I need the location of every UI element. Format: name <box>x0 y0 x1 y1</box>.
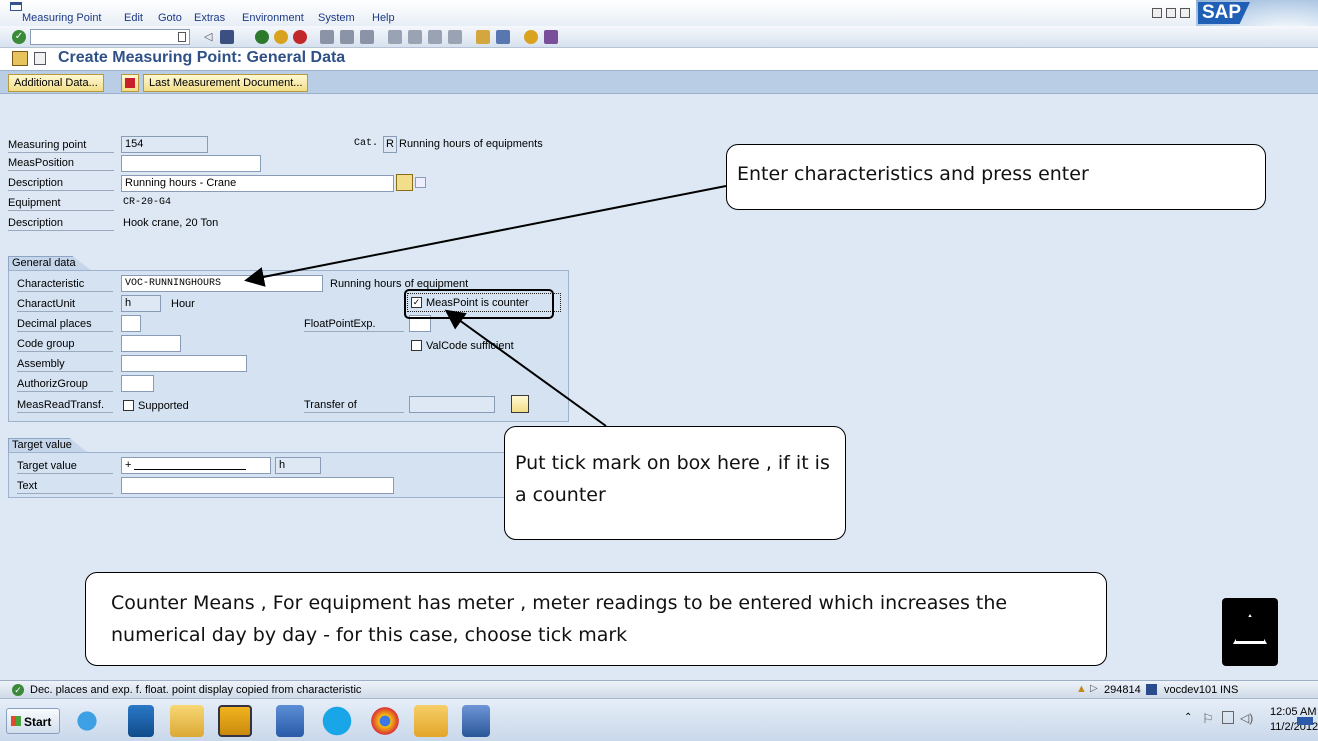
volume-icon[interactable]: ◁) <box>1240 711 1253 725</box>
callout-counter-means: Counter Means , For equipment has meter … <box>85 572 1107 666</box>
success-icon: ✓ <box>12 684 24 696</box>
network-icon[interactable] <box>1222 711 1234 724</box>
system-name: vocdev101 <box>1164 684 1218 696</box>
arrow-to-characteristic <box>244 185 727 287</box>
start-button[interactable]: Start <box>6 708 60 734</box>
windows-logo-icon <box>11 716 21 726</box>
internet-explorer-icon[interactable] <box>70 705 104 737</box>
arrow-to-counter <box>444 309 607 427</box>
start-label: Start <box>24 715 52 729</box>
counter-highlight-box <box>404 289 554 319</box>
show-desktop-button[interactable] <box>1297 717 1313 725</box>
flag-icon[interactable]: ⚐ <box>1202 711 1214 727</box>
remote-desktop-icon[interactable] <box>276 705 304 737</box>
app-logo-icon <box>1222 598 1278 666</box>
taskbar: Start ⌃ ⚐ ◁) 12:05 AM 11/2/2012 <box>0 698 1318 741</box>
status-info-icon[interactable]: ▲ <box>1076 683 1087 695</box>
sap-logon-icon[interactable] <box>218 705 252 737</box>
callout-tick-counter: Put tick mark on box here , if it is a c… <box>504 426 846 540</box>
outlook-icon[interactable] <box>128 705 154 737</box>
file-explorer-icon[interactable] <box>170 705 204 737</box>
insert-mode: INS <box>1220 684 1239 696</box>
callout-enter-characteristics: Enter characteristics and press enter <box>726 144 1266 210</box>
status-message: Dec. places and exp. f. float. point dis… <box>30 684 362 696</box>
session-number: 294814 <box>1104 684 1141 696</box>
status-expand-icon[interactable]: ▷ <box>1090 683 1098 694</box>
word-icon[interactable] <box>462 705 490 737</box>
skype-icon[interactable] <box>320 705 354 737</box>
tray-expand-icon[interactable]: ⌃ <box>1184 712 1192 723</box>
mail-icon[interactable] <box>414 705 448 737</box>
status-bar: ✓ Dec. places and exp. f. float. point d… <box>0 680 1318 698</box>
chrome-icon[interactable] <box>368 705 402 737</box>
server-icon[interactable] <box>1146 684 1157 695</box>
